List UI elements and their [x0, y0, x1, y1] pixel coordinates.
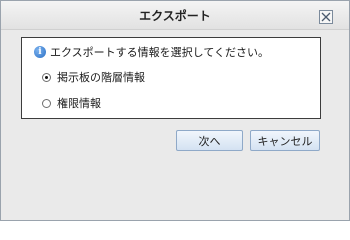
- options-panel: i エクスポートする情報を選択してください。 掲示板の階層情報 権限情報: [21, 37, 321, 119]
- close-icon[interactable]: [319, 10, 333, 24]
- title-bar: エクスポート: [1, 1, 349, 30]
- option-label: 掲示板の階層情報: [57, 71, 145, 84]
- option-permissions[interactable]: 権限情報: [42, 95, 101, 111]
- radio-permissions[interactable]: [42, 98, 51, 108]
- option-label: 権限情報: [57, 97, 101, 110]
- cancel-button[interactable]: キャンセル: [250, 130, 320, 151]
- radio-board-hierarchy[interactable]: [42, 72, 51, 82]
- info-icon: i: [34, 46, 46, 58]
- next-button[interactable]: 次へ: [176, 130, 243, 151]
- export-dialog: エクスポート i エクスポートする情報を選択してください。 掲示板の階層情報 権…: [0, 0, 350, 221]
- dialog-title: エクスポート: [139, 9, 211, 23]
- option-board-hierarchy[interactable]: 掲示板の階層情報: [42, 69, 145, 85]
- prompt-row: i エクスポートする情報を選択してください。: [34, 44, 269, 60]
- prompt-text: エクスポートする情報を選択してください。: [50, 46, 270, 59]
